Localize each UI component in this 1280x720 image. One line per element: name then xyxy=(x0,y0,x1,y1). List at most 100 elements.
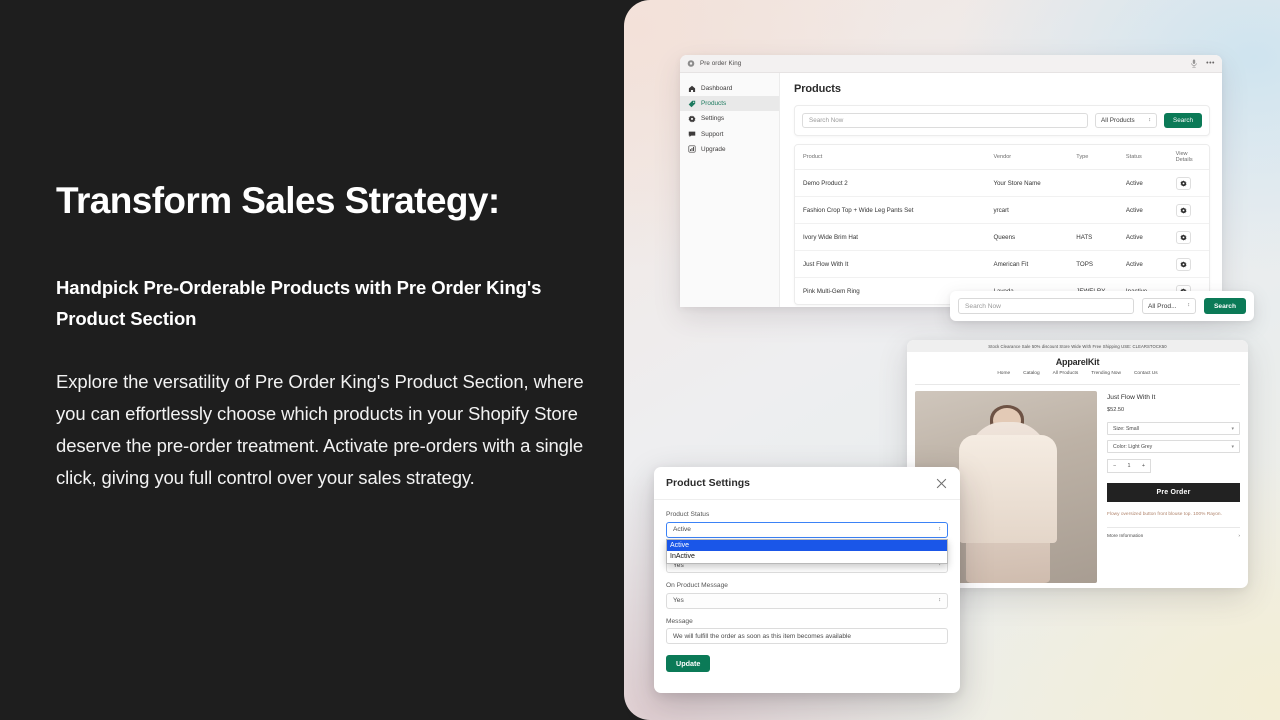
search-input[interactable]: Search Now xyxy=(802,113,1089,128)
updown-arrows-icon: ↕ xyxy=(1148,116,1152,123)
floating-search-button[interactable]: Search xyxy=(1204,298,1246,314)
storefront-nav: Home Catalog All Products Trending Now Conta… xyxy=(907,371,1248,376)
more-information-label: More Information xyxy=(1107,534,1144,540)
products-table-body: Demo Product 2 Your Store Name Active Fashi… xyxy=(795,169,1209,305)
cell-type xyxy=(1068,169,1118,197)
dropdown-option-active[interactable]: Active xyxy=(667,540,947,552)
cell-view-details xyxy=(1167,196,1209,224)
quantity-value: 1 xyxy=(1127,463,1131,469)
storefront-nav-item[interactable]: Home xyxy=(997,371,1010,376)
storefront-nav-item[interactable]: Contact Us xyxy=(1134,371,1158,376)
cell-type: HATS xyxy=(1068,223,1118,251)
window-titlebar: Pre order King ••• xyxy=(680,55,1222,73)
chat-icon xyxy=(688,131,696,138)
product-filter-select[interactable]: All Products ↕ xyxy=(1095,113,1158,128)
sidebar-item-settings[interactable]: Settings xyxy=(680,111,779,126)
marketing-panel: Transform Sales Strategy: Handpick Pre-O… xyxy=(0,0,640,720)
cell-type: TOPS xyxy=(1068,250,1118,278)
table-row: Ivory Wide Brim Hat Queens HATS Active xyxy=(795,223,1209,251)
marketing-subheadline: Handpick Pre-Orderable Products with Pre… xyxy=(56,277,542,329)
search-button[interactable]: Search xyxy=(1164,113,1202,128)
products-heading: Products xyxy=(794,83,841,95)
cell-vendor: Your Store Name xyxy=(985,169,1069,197)
admin-main-content: Products Search Now All Products ↕ Searc… xyxy=(780,73,1222,307)
view-details-button[interactable] xyxy=(1175,176,1191,190)
more-options-icon[interactable]: ••• xyxy=(1206,60,1215,67)
dropdown-option-inactive[interactable]: InActive xyxy=(667,551,947,562)
updown-arrows-icon: ↕ xyxy=(1187,302,1190,309)
sidebar-item-support[interactable]: Support xyxy=(680,127,779,142)
cell-product: Fashion Crop Top + Wide Leg Pants Set xyxy=(795,196,986,224)
column-header-type: Type xyxy=(1068,145,1118,170)
cell-vendor: yrcart xyxy=(985,196,1069,224)
sidebar-item-upgrade[interactable]: Upgrade xyxy=(680,142,779,157)
product-status-value: Active xyxy=(673,526,691,533)
products-table: Product Vendor Type Status View Details … xyxy=(795,145,1209,304)
product-status-label: Product Status xyxy=(666,511,710,518)
on-product-message-value: Yes xyxy=(673,597,684,604)
update-button[interactable]: Update xyxy=(666,655,711,672)
floating-search-input[interactable]: Search Now xyxy=(958,298,1134,314)
size-select[interactable]: Size: Small ▾ xyxy=(1107,422,1240,435)
view-details-button[interactable] xyxy=(1175,257,1191,271)
storefront-nav-item[interactable]: All Products xyxy=(1053,371,1079,376)
microphone-icon[interactable] xyxy=(1190,59,1198,68)
store-logo: ApparelKit xyxy=(1055,357,1100,367)
column-header-view-details: View Details xyxy=(1167,145,1209,170)
sidebar: Dashboard Products Settings Support Upgr… xyxy=(680,73,780,307)
floating-product-filter-value: All Prod... xyxy=(1148,302,1177,310)
updown-arrows-icon: ↕ xyxy=(938,525,941,532)
product-search-bar: Search Now All Products ↕ Search xyxy=(794,105,1210,136)
pre-order-button[interactable]: Pre Order xyxy=(1107,483,1240,502)
product-filter-value: All Products xyxy=(1101,117,1135,124)
message-label: Message xyxy=(666,617,693,625)
product-title: Just Flow With It xyxy=(1107,394,1156,401)
product-settings-dialog: Product Settings Product Status Active ↕… xyxy=(654,467,960,693)
view-details-button[interactable] xyxy=(1175,203,1191,217)
storefront-nav-item[interactable]: Trending Now xyxy=(1091,371,1121,376)
announcement-bar: Stock Clearance Sale 50% discount Store … xyxy=(907,340,1248,352)
column-header-product: Product xyxy=(795,145,986,170)
on-product-message-label: On Product Message xyxy=(666,582,728,589)
pre-order-message: Flowy oversized button front blouse top.… xyxy=(1107,512,1222,517)
cell-status: Active xyxy=(1117,223,1168,251)
color-select-value: Color: Light Grey xyxy=(1113,443,1153,450)
cell-view-details xyxy=(1167,223,1209,251)
table-row: Demo Product 2 Your Store Name Active xyxy=(795,169,1209,197)
quantity-increment-button[interactable]: + xyxy=(1142,463,1145,469)
sidebar-item-label: Products xyxy=(701,100,727,108)
message-input[interactable]: We will fulfill the order as soon as thi… xyxy=(666,628,948,644)
storefront-header: ApparelKit Home Catalog All Products Trendi… xyxy=(907,352,1248,380)
column-header-vendor: Vendor xyxy=(985,145,1069,170)
cell-vendor: American Fit xyxy=(985,250,1069,278)
product-status-dropdown-list: Active InActive xyxy=(666,539,948,564)
quantity-decrement-button[interactable]: − xyxy=(1113,463,1116,469)
chart-icon xyxy=(688,145,696,153)
sidebar-item-label: Upgrade xyxy=(701,145,726,153)
app-gear-icon xyxy=(687,60,695,67)
quantity-stepper[interactable]: − 1 + xyxy=(1107,459,1151,473)
cell-product: Ivory Wide Brim Hat xyxy=(795,223,986,251)
storefront-nav-item[interactable]: Catalog xyxy=(1023,371,1040,376)
close-icon[interactable] xyxy=(935,477,948,490)
marketing-body-text: Explore the versatility of Pre Order Kin… xyxy=(56,371,584,488)
product-status-select[interactable]: Active ↕ xyxy=(666,521,948,538)
products-table-card: Product Vendor Type Status View Details … xyxy=(794,144,1210,305)
cell-vendor: Queens xyxy=(985,223,1069,251)
more-information-accordion[interactable]: More Information › xyxy=(1107,527,1240,539)
chevron-down-icon: ▾ xyxy=(1231,443,1234,450)
updown-arrows-icon: ↕ xyxy=(938,596,941,603)
sidebar-item-products[interactable]: Products xyxy=(680,96,779,112)
floating-product-filter-select[interactable]: All Prod... ↕ xyxy=(1142,298,1196,314)
window-title: Pre order King xyxy=(700,60,742,67)
gear-icon xyxy=(1180,206,1187,214)
view-details-button[interactable] xyxy=(1175,230,1191,244)
gear-icon xyxy=(688,115,696,123)
dialog-title: Product Settings xyxy=(666,477,751,489)
on-product-message-select[interactable]: Yes ↕ xyxy=(666,592,948,609)
color-select[interactable]: Color: Light Grey ▾ xyxy=(1107,440,1240,453)
sidebar-item-dashboard[interactable]: Dashboard xyxy=(680,81,779,96)
table-header-row: Product Vendor Type Status View Details xyxy=(795,145,1209,170)
size-select-value: Size: Small xyxy=(1113,425,1139,432)
product-details: Just Flow With It $52.50 Size: Small ▾ C… xyxy=(1107,391,1240,583)
